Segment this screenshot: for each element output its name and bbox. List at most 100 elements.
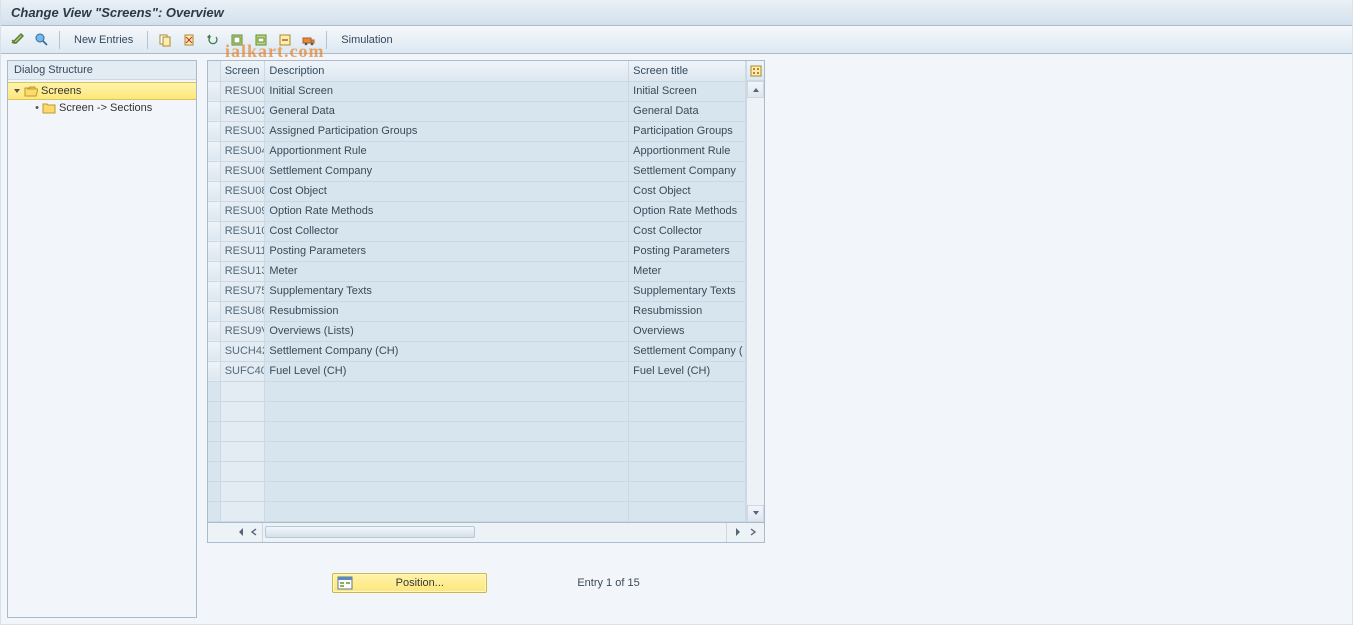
scroll-last-button[interactable]	[747, 525, 759, 539]
select-block-icon[interactable]	[252, 31, 270, 49]
select-all-icon[interactable]	[228, 31, 246, 49]
scroll-right-button[interactable]	[733, 525, 745, 539]
row-selector[interactable]	[208, 261, 220, 281]
cell-screen[interactable]: SUCH42	[220, 341, 265, 361]
row-selector[interactable]	[208, 381, 220, 401]
row-selector[interactable]	[208, 141, 220, 161]
cell-description[interactable]: Meter	[265, 261, 629, 281]
cell-screen[interactable]: RESU10	[220, 221, 265, 241]
h-scroll-track[interactable]	[263, 523, 726, 542]
toggle-change-icon[interactable]	[9, 31, 27, 49]
cell-screen[interactable]: RESU00	[220, 81, 265, 101]
cell-screen-title[interactable]	[629, 381, 746, 401]
select-all-header[interactable]	[208, 61, 220, 81]
simulation-button[interactable]: Simulation	[335, 32, 398, 48]
column-header-screen[interactable]: Screen	[220, 61, 265, 81]
cell-screen[interactable]	[220, 421, 265, 441]
row-selector[interactable]	[208, 81, 220, 101]
row-selector[interactable]	[208, 241, 220, 261]
cell-screen[interactable]	[220, 481, 265, 501]
cell-description[interactable]: General Data	[265, 101, 629, 121]
row-selector[interactable]	[208, 501, 220, 521]
row-selector[interactable]	[208, 341, 220, 361]
cell-description[interactable]: Option Rate Methods	[265, 201, 629, 221]
cell-screen-title[interactable]: Posting Parameters	[629, 241, 746, 261]
cell-description[interactable]: Assigned Participation Groups	[265, 121, 629, 141]
cell-screen-title[interactable]: Participation Groups	[629, 121, 746, 141]
column-header-description[interactable]: Description	[265, 61, 629, 81]
cell-description[interactable]: Supplementary Texts	[265, 281, 629, 301]
cell-screen-title[interactable]: Settlement Company (	[629, 341, 746, 361]
scroll-up-button[interactable]	[747, 81, 764, 98]
h-scroll-thumb[interactable]	[265, 526, 475, 538]
copy-icon[interactable]	[156, 31, 174, 49]
cell-screen-title[interactable]: Resubmission	[629, 301, 746, 321]
cell-screen-title[interactable]: Cost Object	[629, 181, 746, 201]
cell-screen-title[interactable]: Settlement Company	[629, 161, 746, 181]
cell-description[interactable]	[265, 481, 629, 501]
cell-screen[interactable]: RESU03	[220, 121, 265, 141]
cell-description[interactable]	[265, 441, 629, 461]
row-selector[interactable]	[208, 161, 220, 181]
cell-description[interactable]: Cost Object	[265, 181, 629, 201]
position-button[interactable]: Position...	[332, 573, 487, 593]
cell-screen[interactable]: SUFC40	[220, 361, 265, 381]
row-selector[interactable]	[208, 121, 220, 141]
cell-screen[interactable]	[220, 381, 265, 401]
cell-screen[interactable]	[220, 441, 265, 461]
cell-screen[interactable]: RESU9V	[220, 321, 265, 341]
cell-description[interactable]: Fuel Level (CH)	[265, 361, 629, 381]
cell-screen-title[interactable]	[629, 441, 746, 461]
row-selector[interactable]	[208, 321, 220, 341]
cell-screen[interactable]: RESU08	[220, 181, 265, 201]
cell-description[interactable]: Settlement Company (CH)	[265, 341, 629, 361]
cell-screen[interactable]	[220, 401, 265, 421]
cell-screen-title[interactable]: Option Rate Methods	[629, 201, 746, 221]
cell-description[interactable]: Overviews (Lists)	[265, 321, 629, 341]
cell-description[interactable]	[265, 501, 629, 521]
other-view-icon[interactable]	[33, 31, 51, 49]
cell-description[interactable]: Cost Collector	[265, 221, 629, 241]
cell-screen-title[interactable]: Fuel Level (CH)	[629, 361, 746, 381]
cell-screen[interactable]: RESU11	[220, 241, 265, 261]
row-selector[interactable]	[208, 281, 220, 301]
cell-screen[interactable]: RESU06	[220, 161, 265, 181]
cell-screen-title[interactable]	[629, 461, 746, 481]
scroll-first-button[interactable]	[234, 525, 246, 539]
cell-screen[interactable]: RESU04	[220, 141, 265, 161]
cell-description[interactable]: Apportionment Rule	[265, 141, 629, 161]
cell-screen-title[interactable]	[629, 481, 746, 501]
cell-description[interactable]: Posting Parameters	[265, 241, 629, 261]
cell-description[interactable]	[265, 401, 629, 421]
cell-screen[interactable]	[220, 501, 265, 521]
deselect-all-icon[interactable]	[276, 31, 294, 49]
cell-description[interactable]: Initial Screen	[265, 81, 629, 101]
cell-screen[interactable]: RESU86	[220, 301, 265, 321]
cell-description[interactable]	[265, 381, 629, 401]
row-selector[interactable]	[208, 361, 220, 381]
cell-description[interactable]	[265, 461, 629, 481]
column-header-screen-title[interactable]: Screen title	[629, 61, 746, 81]
cell-screen[interactable]: RESU13	[220, 261, 265, 281]
row-selector[interactable]	[208, 201, 220, 221]
cell-screen-title[interactable]: Initial Screen	[629, 81, 746, 101]
row-selector[interactable]	[208, 301, 220, 321]
scroll-left-button[interactable]	[248, 525, 260, 539]
undo-icon[interactable]	[204, 31, 222, 49]
cell-screen[interactable]: RESU09	[220, 201, 265, 221]
row-selector[interactable]	[208, 221, 220, 241]
cell-description[interactable]: Resubmission	[265, 301, 629, 321]
collapse-icon[interactable]	[12, 86, 22, 96]
new-entries-button[interactable]: New Entries	[68, 32, 139, 48]
cell-screen-title[interactable]: General Data	[629, 101, 746, 121]
cell-screen-title[interactable]: Supplementary Texts	[629, 281, 746, 301]
row-selector[interactable]	[208, 101, 220, 121]
table-settings-icon[interactable]	[747, 61, 764, 81]
row-selector[interactable]	[208, 421, 220, 441]
cell-screen-title[interactable]: Cost Collector	[629, 221, 746, 241]
scroll-track[interactable]	[747, 98, 764, 505]
row-selector[interactable]	[208, 441, 220, 461]
cell-screen[interactable]: RESU75	[220, 281, 265, 301]
row-selector[interactable]	[208, 401, 220, 421]
cell-description[interactable]: Settlement Company	[265, 161, 629, 181]
